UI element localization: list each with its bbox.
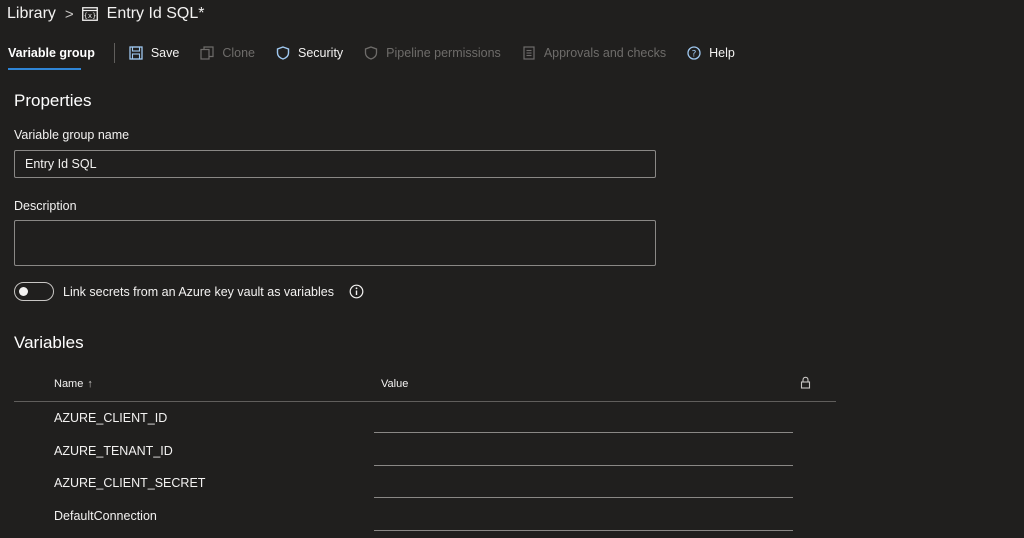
help-button[interactable]: ? Help <box>687 46 735 60</box>
pipeline-permissions-label: Pipeline permissions <box>386 46 501 60</box>
table-row[interactable]: AZURE_TENANT_ID <box>14 437 836 469</box>
column-header-name[interactable]: Name ↑ <box>54 378 93 390</box>
clone-label: Clone <box>222 46 256 60</box>
variable-group-name-label: Variable group name <box>14 128 130 142</box>
pipeline-permissions-button[interactable]: Pipeline permissions <box>364 46 501 60</box>
library-variable-group-page: Library > {x} Entry Id SQL* Variable gro… <box>0 0 1024 538</box>
variable-value-input[interactable] <box>374 502 793 531</box>
shield-icon <box>276 46 290 60</box>
variables-table-header: Name ↑ Value <box>14 372 836 402</box>
breadcrumb-separator: > <box>64 5 74 23</box>
variables-heading: Variables <box>14 333 84 352</box>
variable-value-input[interactable] <box>374 404 793 433</box>
table-row[interactable]: AZURE_CLIENT_ID <box>14 404 836 436</box>
toolbar: Variable group Save Clone Security Pipel… <box>0 36 1024 70</box>
approvals-checks-label: Approvals and checks <box>543 46 667 60</box>
variable-name: DefaultConnection <box>54 509 157 523</box>
shield-outline-icon <box>365 46 378 60</box>
variable-name: AZURE_CLIENT_ID <box>54 411 168 425</box>
svg-text:{x}: {x} <box>83 12 96 20</box>
help-label: Help <box>709 46 735 60</box>
save-label: Save <box>150 46 180 60</box>
column-header-secret <box>800 376 811 389</box>
keyvault-toggle[interactable] <box>14 282 54 301</box>
tab-variable-group-label: Variable group <box>8 46 95 60</box>
description-label: Description <box>14 199 77 213</box>
toolbar-divider <box>113 43 115 63</box>
variable-value-input[interactable] <box>374 469 793 498</box>
breadcrumb: Library > {x} Entry Id SQL* <box>7 2 205 26</box>
breadcrumb-library-link[interactable]: Library <box>7 5 56 23</box>
variable-name: AZURE_TENANT_ID <box>54 444 173 458</box>
variable-value-input[interactable] <box>374 437 793 466</box>
toggle-knob <box>19 287 28 296</box>
tab-variable-group[interactable]: Variable group <box>0 36 103 70</box>
checklist-icon <box>523 46 535 60</box>
column-header-name-label: Name <box>54 378 84 390</box>
table-row[interactable]: DefaultConnection <box>14 502 836 534</box>
svg-text:?: ? <box>692 49 697 59</box>
description-textarea[interactable] <box>14 220 656 266</box>
clone-button[interactable]: Clone <box>200 46 255 60</box>
variable-group-name-input[interactable] <box>14 150 656 178</box>
security-button[interactable]: Security <box>276 46 343 60</box>
help-circle-icon: ? <box>687 46 701 60</box>
keyvault-toggle-label: Link secrets from an Azure key vault as … <box>63 284 334 299</box>
column-header-value-label: Value <box>381 378 409 390</box>
variable-name: AZURE_CLIENT_SECRET <box>54 476 206 490</box>
keyvault-toggle-row: Link secrets from an Azure key vault as … <box>14 282 364 301</box>
info-icon[interactable] <box>349 284 364 299</box>
breadcrumb-current: Entry Id SQL* <box>106 5 205 22</box>
clone-icon <box>200 46 214 60</box>
table-row[interactable]: AZURE_CLIENT_SECRET <box>14 469 836 501</box>
sort-ascending-icon: ↑ <box>87 378 93 390</box>
lock-icon <box>800 376 811 389</box>
save-button[interactable]: Save <box>129 46 180 60</box>
properties-heading: Properties <box>14 91 92 110</box>
variable-group-icon: {x} <box>81 7 98 21</box>
column-header-value: Value <box>381 378 408 390</box>
security-label: Security <box>298 46 344 60</box>
approvals-checks-button[interactable]: Approvals and checks <box>522 46 666 60</box>
save-icon <box>129 46 143 60</box>
